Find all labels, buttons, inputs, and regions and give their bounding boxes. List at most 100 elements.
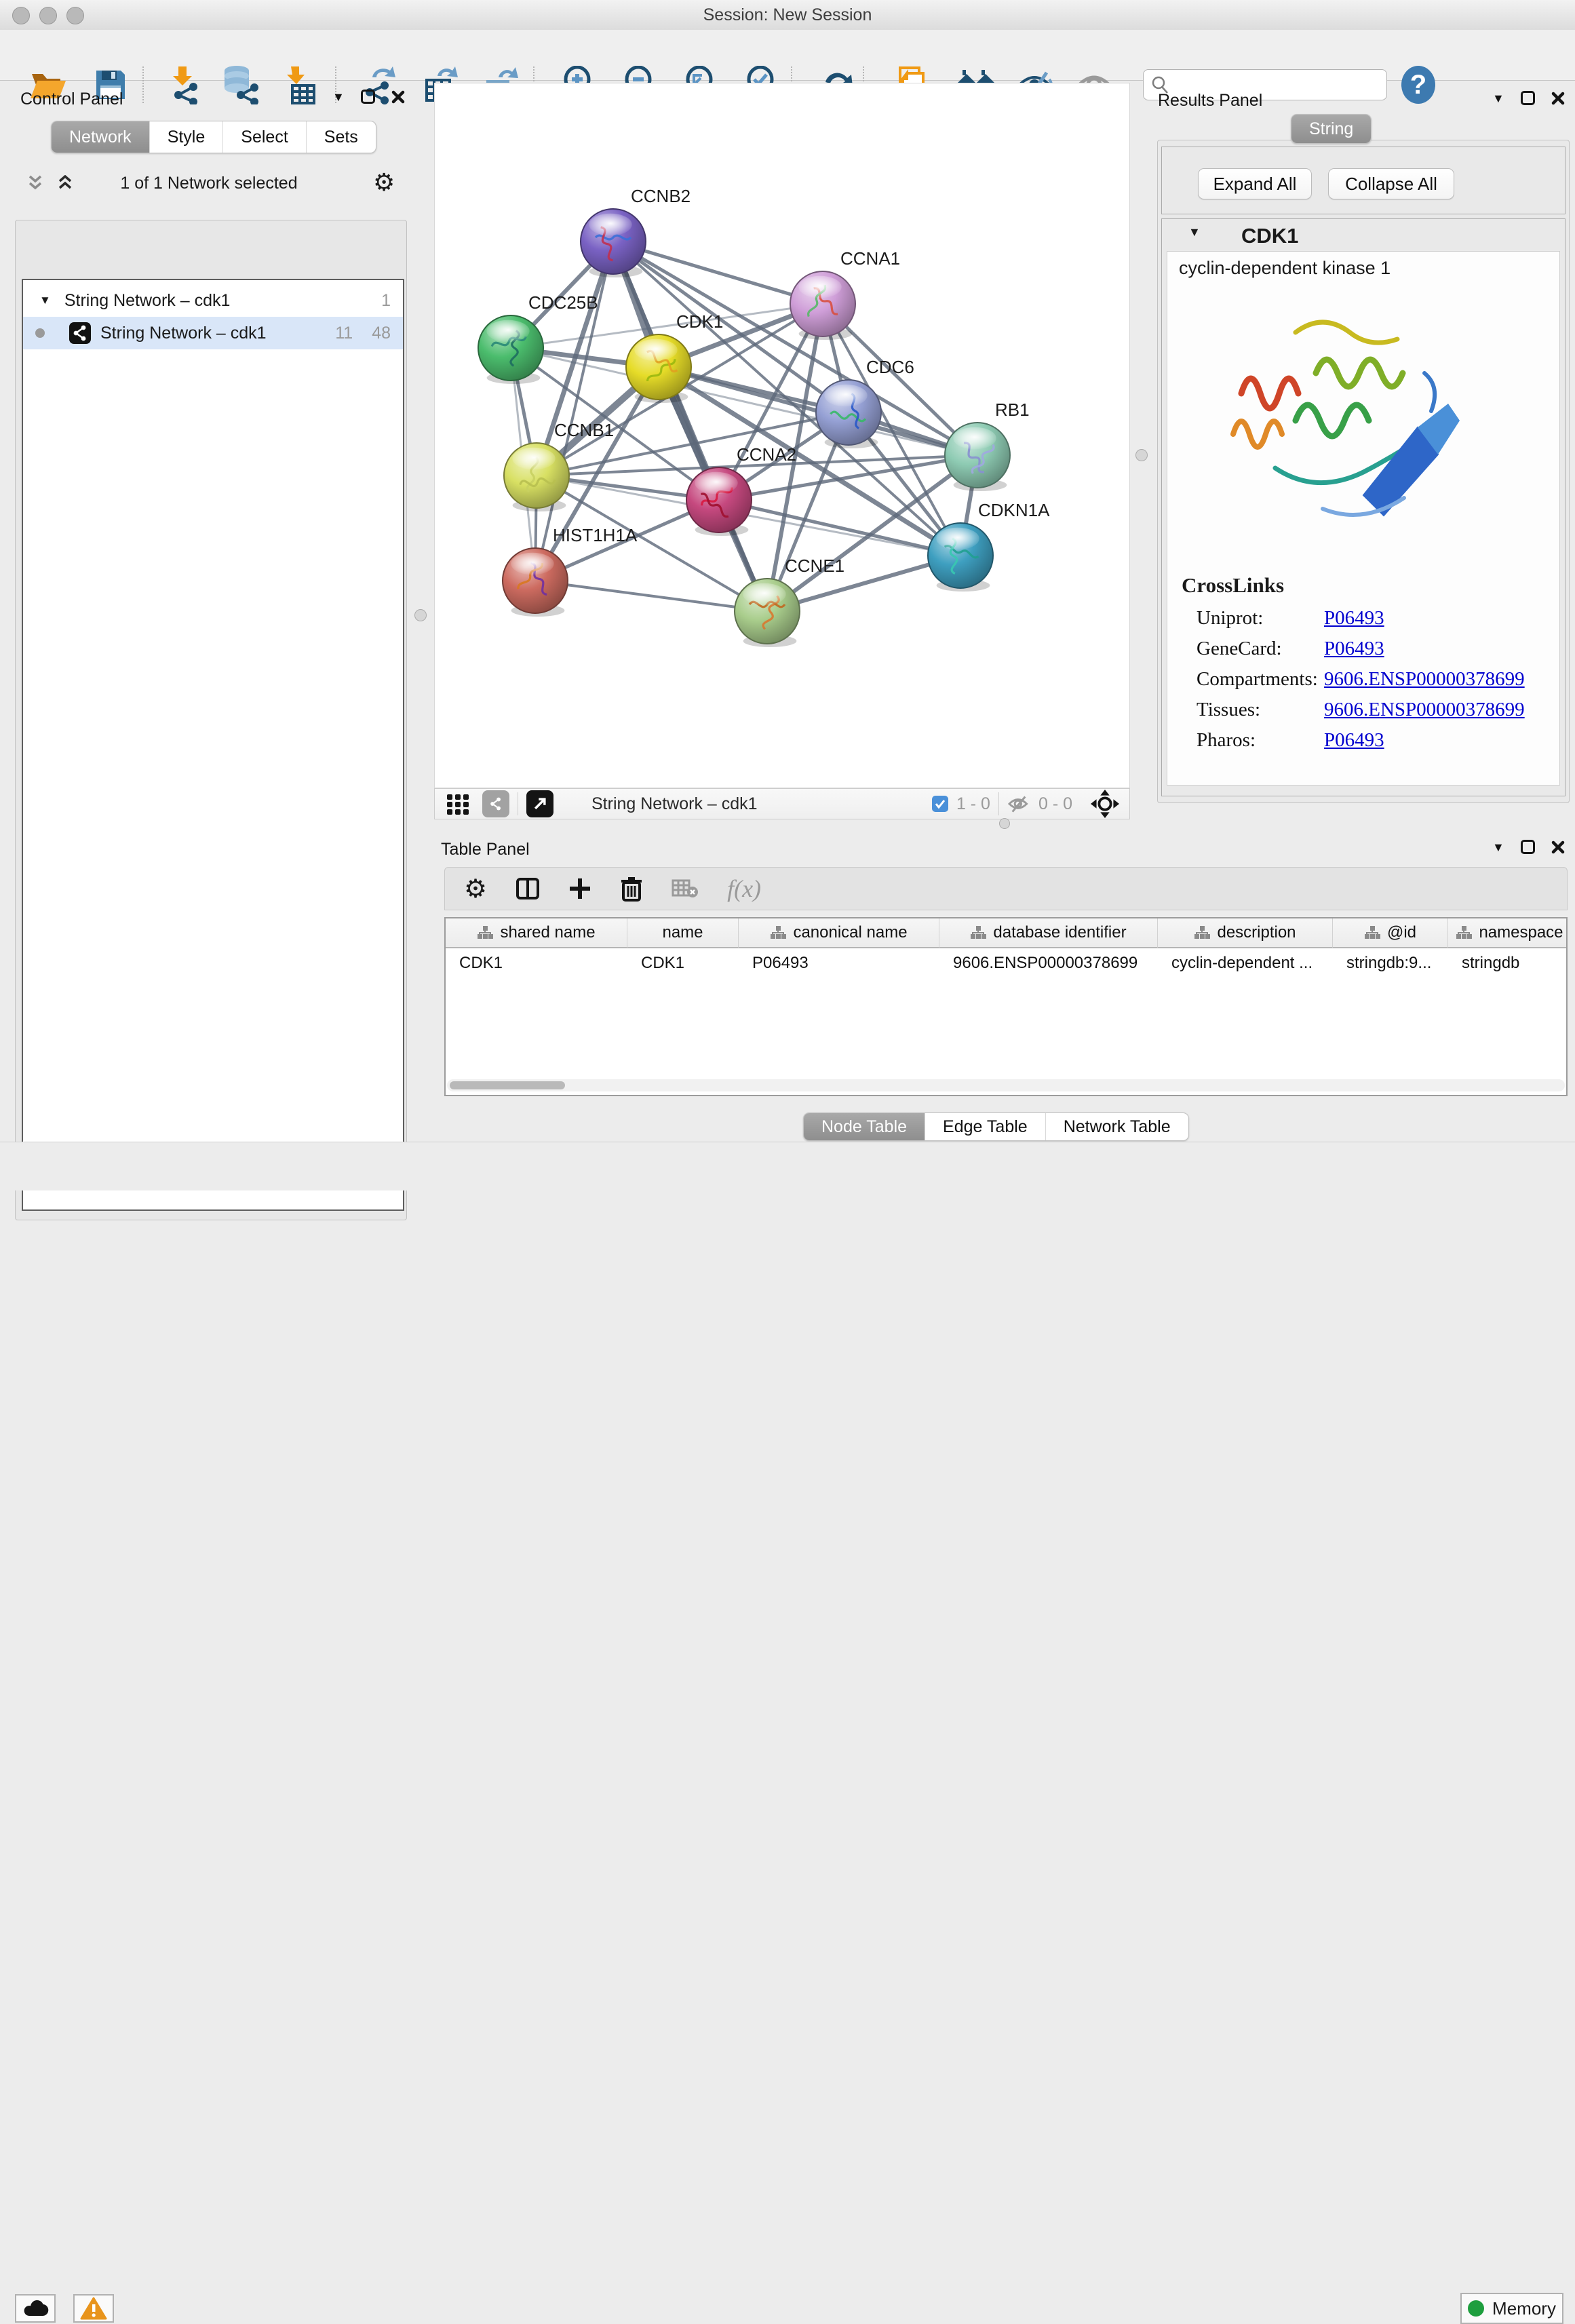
table-scrollbar-thumb[interactable]: [450, 1081, 565, 1089]
table-cell: CDK1: [446, 948, 627, 978]
control-panel-collapse-icon[interactable]: ▼: [332, 91, 345, 103]
expand-all-icon[interactable]: [27, 175, 47, 191]
tab-node-table[interactable]: Node Table: [804, 1113, 925, 1140]
cloud-status-button[interactable]: [15, 2294, 56, 2323]
network-node-HIST1H1A[interactable]: [503, 548, 568, 617]
tab-style[interactable]: Style: [150, 121, 224, 153]
tab-string[interactable]: String: [1291, 115, 1371, 143]
table-cell: P06493: [739, 948, 939, 978]
window-title: Session: New Session: [0, 0, 1575, 30]
network-node-CDC6[interactable]: [816, 380, 881, 448]
memory-label: Memory: [1492, 2298, 1556, 2319]
table-body: CDK1CDK1P064939606.ENSP00000378699cyclin…: [446, 948, 1566, 978]
network-style-share-icon[interactable]: [482, 790, 509, 817]
network-view-canvas[interactable]: CCNB2CCNA1CDC25BCDK1CDC6RB1CCNB1CCNA2CDK…: [434, 83, 1130, 788]
gene-collapse-icon[interactable]: ▼: [1188, 225, 1201, 239]
network-node-RB1[interactable]: [945, 423, 1010, 491]
network-node-CCNB1[interactable]: [504, 443, 569, 511]
badge-separator: [998, 792, 999, 815]
table-cell: 9606.ENSP00000378699: [939, 948, 1158, 978]
collapse-all-button[interactable]: Collapse All: [1328, 168, 1454, 199]
crosslink-genecard-link[interactable]: P06493: [1324, 638, 1384, 660]
warning-triangle-icon: [80, 2297, 107, 2320]
table-cell: stringdb: [1448, 948, 1568, 978]
table-panel-close-icon[interactable]: [1551, 840, 1565, 854]
add-column-icon[interactable]: [568, 877, 591, 900]
table-cell: cyclin-dependent ...: [1158, 948, 1333, 978]
crosslink-tissues-link[interactable]: 9606.ENSP00000378699: [1324, 699, 1525, 721]
grid-view-icon[interactable]: [444, 790, 471, 817]
table-cell: CDK1: [627, 948, 739, 978]
network-node-CDK1[interactable]: [626, 334, 691, 403]
network-node-count: 11: [335, 324, 353, 343]
network-collection-row[interactable]: ▼ String Network – cdk1 1: [23, 284, 403, 317]
network-node-CCNA1[interactable]: [790, 271, 855, 340]
delete-column-trash-icon[interactable]: [620, 876, 643, 902]
network-status-dot: [35, 328, 45, 338]
column-header-namespace[interactable]: namespace: [1448, 918, 1568, 948]
tab-network-table[interactable]: Network Table: [1046, 1113, 1188, 1140]
collection-collapse-icon[interactable]: ▼: [39, 294, 51, 307]
show-columns-icon[interactable]: [516, 876, 540, 901]
status-bar: Memory: [0, 1142, 1575, 1190]
results-panel-collapse-icon[interactable]: ▼: [1492, 92, 1504, 104]
expand-all-button[interactable]: Expand All: [1198, 168, 1312, 199]
results-panel-title: Results Panel: [1158, 91, 1262, 111]
crosslink-row: Tissues:9606.ENSP00000378699: [1197, 699, 1563, 726]
results-panel-close-icon[interactable]: [1551, 92, 1565, 105]
column-header-databaseidentifier[interactable]: database identifier: [939, 918, 1158, 948]
table-row[interactable]: CDK1CDK1P064939606.ENSP00000378699cyclin…: [446, 948, 1566, 978]
column-header-sharedname[interactable]: shared name: [446, 918, 627, 948]
node-label-CDC25B: CDC25B: [528, 292, 598, 313]
table-panel-title: Table Panel: [441, 840, 530, 859]
crosslink-label: Uniprot:: [1197, 607, 1263, 630]
control-panel-tabs: NetworkStyleSelectSets: [51, 121, 376, 153]
function-builder-icon[interactable]: f(x): [727, 874, 761, 903]
gene-title: CDK1: [1241, 224, 1298, 248]
column-header-description[interactable]: description: [1158, 918, 1333, 948]
table-panel-float-button[interactable]: [1521, 840, 1535, 854]
selected-count-badge: 1 - 0: [956, 794, 990, 814]
table-cell: stringdb:9...: [1333, 948, 1448, 978]
main-toolbar: ?: [0, 30, 1575, 81]
selected-checkbox-icon[interactable]: [932, 796, 948, 812]
warnings-button[interactable]: [73, 2294, 114, 2323]
tab-sets[interactable]: Sets: [307, 121, 376, 153]
table-panel-collapse-icon[interactable]: ▼: [1492, 841, 1504, 853]
network-row-selected[interactable]: String Network – cdk1 11 48: [23, 317, 403, 349]
network-node-CDKN1A[interactable]: [928, 523, 993, 592]
column-header-id[interactable]: @id: [1333, 918, 1448, 948]
node-label-CDC6: CDC6: [866, 357, 914, 377]
crosslink-pharos-link[interactable]: P06493: [1324, 729, 1384, 752]
right-splitter-handle[interactable]: [1135, 449, 1148, 461]
memory-button[interactable]: Memory: [1460, 2293, 1563, 2324]
delete-table-icon[interactable]: [672, 878, 699, 899]
memory-status-dot: [1468, 2300, 1484, 2317]
crosslink-uniprot-link[interactable]: P06493: [1324, 607, 1384, 630]
tree-column-icon: [1364, 925, 1380, 940]
network-panel-gear-icon[interactable]: ⚙: [373, 168, 395, 197]
tab-edge-table[interactable]: Edge Table: [925, 1113, 1046, 1140]
birds-eye-crosshair-icon[interactable]: [1090, 789, 1120, 819]
column-header-name[interactable]: name: [627, 918, 739, 948]
table-horizontal-scrollbar[interactable]: [447, 1079, 1565, 1091]
network-node-CCNE1[interactable]: [735, 579, 800, 647]
tab-select[interactable]: Select: [223, 121, 306, 153]
network-share-icon: [69, 322, 91, 344]
network-node-CCNA2[interactable]: [686, 467, 752, 536]
crosslink-compartments-link[interactable]: 9606.ENSP00000378699: [1324, 668, 1525, 691]
control-panel-close-icon[interactable]: [391, 90, 405, 104]
column-header-canonicalname[interactable]: canonical name: [739, 918, 939, 948]
results-panel-float-button[interactable]: [1521, 91, 1535, 105]
bottom-splitter-handle[interactable]: [999, 818, 1010, 829]
control-panel-float-button[interactable]: [361, 90, 375, 104]
collapse-all-icon[interactable]: [57, 175, 77, 191]
node-table: shared namenamecanonical namedatabase id…: [444, 917, 1568, 1096]
tab-network[interactable]: Network: [52, 121, 150, 153]
hidden-count-badge: 0 - 0: [1038, 794, 1072, 814]
cytoscape-window: { "window": { "title": "Session: New Ses…: [0, 0, 1575, 1190]
table-settings-gear-icon[interactable]: ⚙: [464, 874, 487, 904]
network-node-CDC25B[interactable]: [478, 315, 543, 384]
detach-view-icon[interactable]: [526, 790, 553, 817]
left-splitter-handle[interactable]: [414, 609, 427, 621]
